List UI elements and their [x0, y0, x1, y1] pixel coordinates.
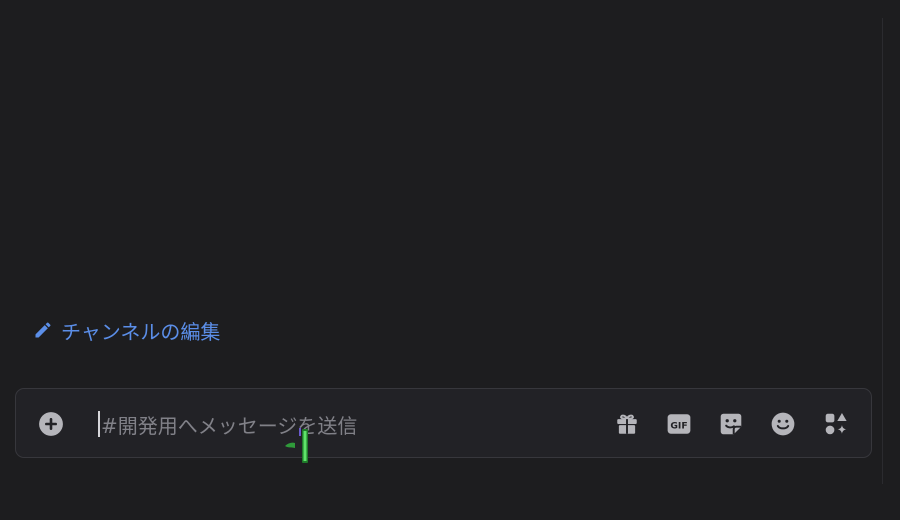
emoji-button[interactable] [769, 410, 797, 438]
edit-channel-label: チャンネルの編集 [61, 319, 221, 344]
message-input[interactable]: #開発用へメッセージを送信 [98, 408, 598, 440]
sticker-icon [720, 413, 742, 435]
cursor-marker-icon [285, 428, 308, 463]
pencil-icon [35, 322, 51, 338]
gif-icon: GIF [667, 414, 691, 434]
message-input-placeholder: #開発用へメッセージを送信 [101, 413, 358, 438]
apps-button[interactable] [822, 410, 850, 438]
gift-icon [617, 414, 637, 434]
sticker-button[interactable] [717, 410, 745, 438]
emoji-icon [771, 412, 795, 436]
plus-circle-icon [39, 412, 63, 436]
gif-icon-label: GIF [670, 420, 687, 431]
apps-icon [825, 412, 847, 435]
text-caret [98, 411, 100, 437]
scroll-divider [882, 18, 883, 484]
app-window: チャンネルの編集 #開発用へメッセージを送信 GIF [0, 0, 900, 520]
message-composer: #開発用へメッセージを送信 GIF [15, 388, 872, 458]
attach-button[interactable] [36, 409, 66, 439]
edit-channel-link[interactable]: チャンネルの編集 [33, 316, 220, 344]
gif-button[interactable]: GIF [665, 410, 693, 438]
gift-button[interactable] [613, 410, 641, 438]
